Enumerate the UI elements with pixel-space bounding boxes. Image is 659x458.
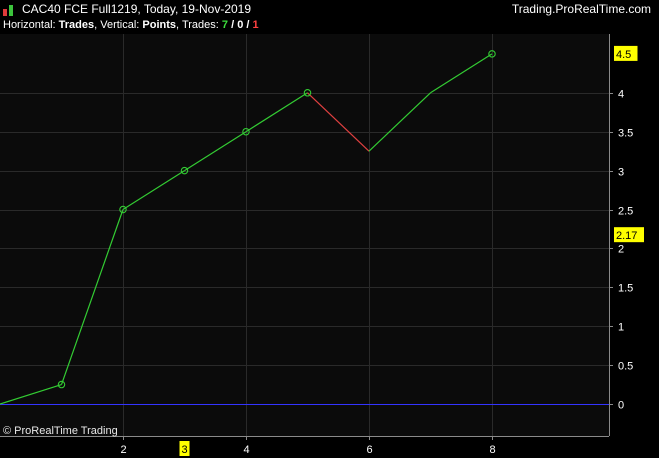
- y-tick-label: 3.5: [618, 128, 633, 140]
- y-tick-label: 0: [618, 400, 624, 412]
- equity-curve-chart: 2 4 6 8 3 0 0.5 1 1.5 2 2.5 3 3.5 4 4.5 2.17: [0, 34, 644, 456]
- winning-trade-segment: [368, 92, 431, 152]
- winning-trade-segment: [245, 92, 308, 133]
- y-tick-label: 2.5: [618, 206, 633, 218]
- x-highlight-label: 3: [181, 444, 187, 456]
- y-highlight-label: 2.17: [616, 230, 637, 242]
- losing-trade-segment: [307, 92, 370, 152]
- winning-trade-segment: [60, 209, 124, 385]
- winning-trade-segment: [430, 53, 493, 94]
- x-tick-label: 6: [366, 444, 372, 456]
- winning-trade-segment: [122, 170, 185, 211]
- x-tick-label: 4: [243, 444, 249, 456]
- copyright-notice: © ProRealTime Trading: [3, 425, 118, 437]
- y-tick-label: 4: [618, 89, 624, 101]
- winning-trade-segment: [0, 383, 62, 405]
- y-tick-label: 2: [618, 244, 624, 256]
- y-tick-label: 1.5: [618, 283, 633, 295]
- y-tick-label: 0.5: [618, 361, 633, 373]
- winning-trade-segment: [184, 131, 247, 172]
- y-tick-label: 1: [618, 322, 624, 334]
- y-highlight-label: 4.5: [616, 49, 631, 61]
- x-tick-label: 8: [489, 444, 495, 456]
- x-tick-label: 2: [120, 444, 126, 456]
- y-tick-label: 3: [618, 167, 624, 179]
